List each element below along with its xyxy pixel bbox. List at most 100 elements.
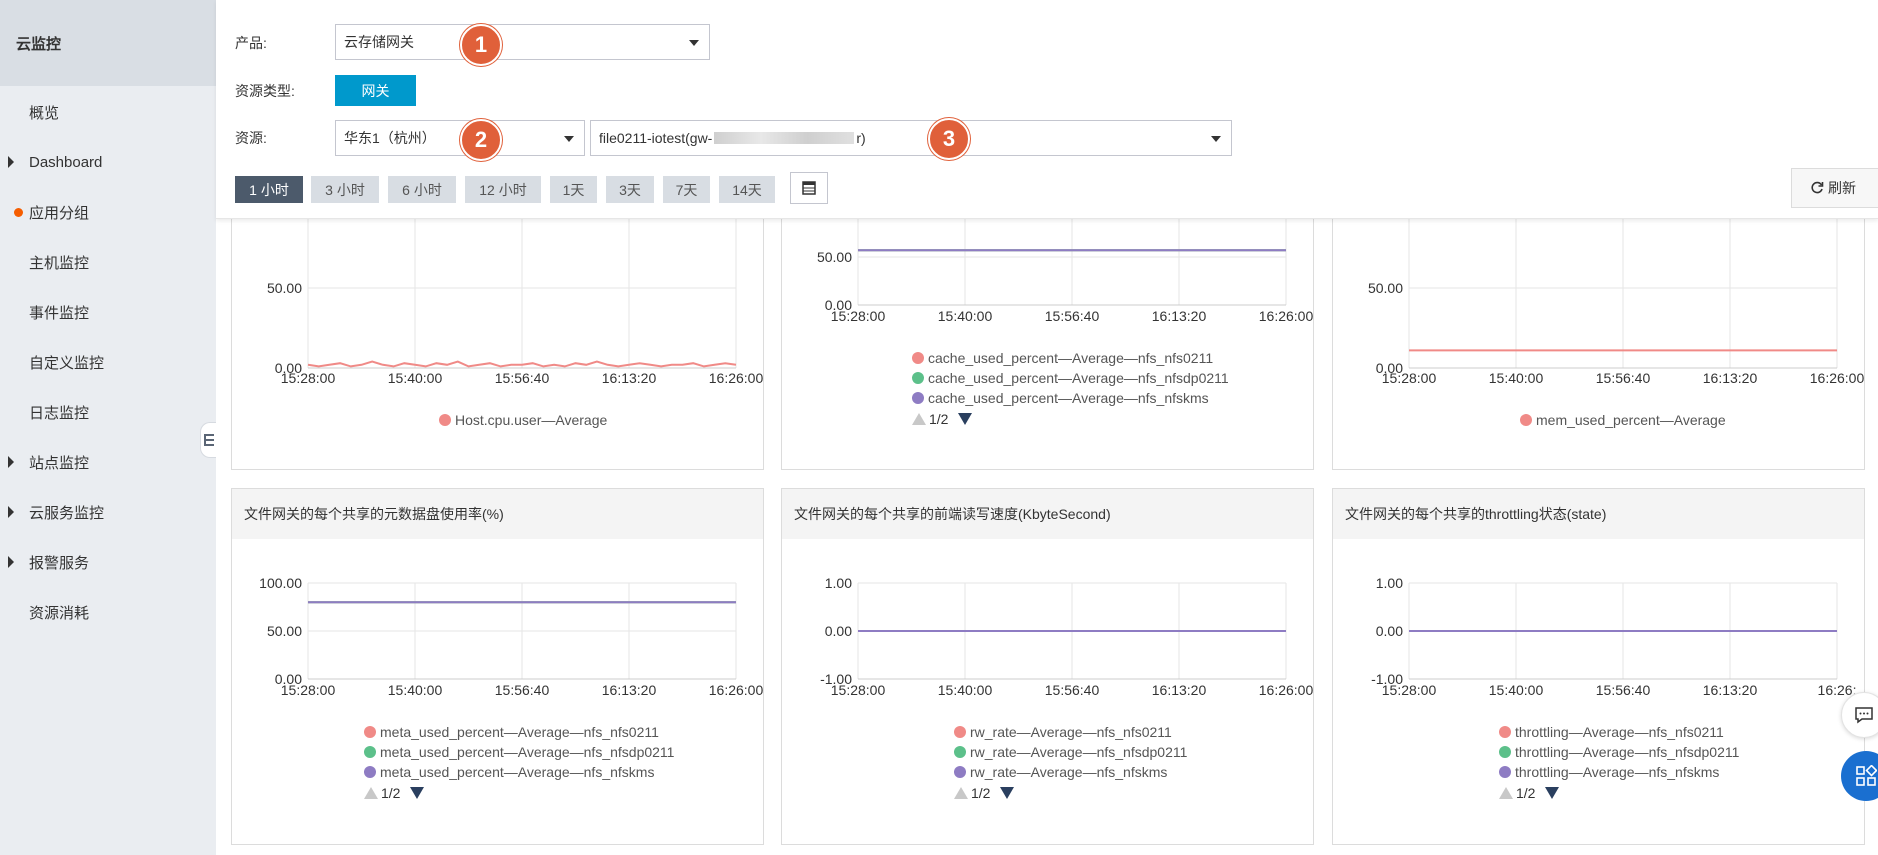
legend-label: cache_used_percent—Average—nfs_nfsdp0211: [928, 370, 1229, 386]
sidebar-item-log-monitoring[interactable]: 日志监控: [0, 394, 216, 430]
time-range-3h[interactable]: 3 小时: [311, 176, 379, 203]
legend-pager: 1/2: [364, 782, 674, 804]
page-down-icon[interactable]: [958, 413, 973, 425]
x-tick-label: 15:56:40: [1045, 308, 1100, 324]
legend-item[interactable]: throttling—Average—nfs_nfsdp0211: [1499, 742, 1739, 762]
time-range-3d[interactable]: 3天: [606, 176, 654, 203]
refresh-button[interactable]: 刷新: [1791, 168, 1878, 208]
legend-item[interactable]: meta_used_percent—Average—nfs_nfskms: [364, 762, 674, 782]
legend-item[interactable]: rw_rate—Average—nfs_nfsdp0211: [954, 742, 1187, 762]
y-tick-label: 100.00: [259, 575, 302, 591]
legend-dot-icon: [912, 372, 924, 384]
region-select-value: 华东1（杭州）: [344, 130, 436, 146]
sidebar-item-dashboard[interactable]: Dashboard: [0, 144, 216, 180]
legend-item[interactable]: cache_used_percent—Average—nfs_nfskms: [912, 388, 1229, 408]
sidebar-item-label: 站点监控: [29, 454, 90, 472]
sidebar-item-alarm-service[interactable]: 报警服务: [0, 544, 216, 580]
sidebar-item-host-monitoring[interactable]: 主机监控: [0, 244, 216, 280]
pager-text: 1/2: [971, 785, 991, 801]
page-down-icon[interactable]: [1545, 787, 1560, 799]
legend-item[interactable]: throttling—Average—nfs_nfskms: [1499, 762, 1739, 782]
legend-item[interactable]: cache_used_percent—Average—nfs_nfsdp0211: [912, 368, 1229, 388]
sidebar-item-cloud-service-monitoring[interactable]: 云服务监控: [0, 494, 216, 530]
legend-label: throttling—Average—nfs_nfskms: [1515, 764, 1720, 780]
time-range-14d[interactable]: 14天: [719, 176, 775, 203]
legend-item[interactable]: rw_rate—Average—nfs_nfs0211: [954, 722, 1187, 742]
y-tick-label: 0.00: [825, 623, 852, 639]
x-tick-label: 15:28:00: [281, 370, 336, 386]
legend-item[interactable]: rw_rate—Average—nfs_nfskms: [954, 762, 1187, 782]
y-tick-label: 50.00: [267, 623, 302, 639]
x-tick-label: 15:40:00: [938, 308, 993, 324]
sidebar-item-label: 资源消耗: [29, 604, 90, 622]
legend-dot-icon: [954, 726, 966, 738]
page-up-icon[interactable]: [1499, 787, 1513, 799]
step-badge-1: 1: [460, 24, 502, 66]
legend-dot-icon: [954, 746, 966, 758]
legend-pager: 1/2: [912, 408, 1229, 430]
filter-bar: 产品: 云存储网关 资源类型: 网关 资源: 华东1（杭州） file0211-…: [216, 0, 1878, 219]
legend-label: meta_used_percent—Average—nfs_nfs0211: [380, 724, 659, 740]
instance-select[interactable]: file0211-iotest(gw-r): [590, 120, 1232, 156]
time-range-7d[interactable]: 7天: [663, 176, 710, 203]
legend-dot-icon: [1499, 766, 1511, 778]
time-range-6h[interactable]: 6 小时: [388, 176, 456, 203]
time-range-12h[interactable]: 12 小时: [465, 176, 541, 203]
chat-icon: [1855, 707, 1873, 724]
page-down-icon[interactable]: [1000, 787, 1015, 799]
calendar-button[interactable]: [790, 172, 828, 204]
y-tick-label: 1.00: [825, 575, 852, 591]
sidebar-item-label: 概览: [29, 104, 60, 122]
product-select[interactable]: 云存储网关: [335, 24, 710, 60]
legend-item[interactable]: meta_used_percent—Average—nfs_nfsdp0211: [364, 742, 674, 762]
legend-item[interactable]: Host.cpu.user—Average: [439, 410, 607, 430]
x-tick-label: 15:56:40: [1596, 370, 1651, 386]
sidebar-item-site-monitoring[interactable]: 站点监控: [0, 444, 216, 480]
sidebar-collapse-handle[interactable]: [200, 422, 216, 458]
legend-label: Host.cpu.user—Average: [455, 412, 608, 428]
sidebar-item-resource-usage[interactable]: 资源消耗: [0, 594, 216, 630]
sidebar-item-app-groups[interactable]: 应用分组: [0, 194, 216, 230]
time-range-1d[interactable]: 1天: [550, 176, 597, 203]
legend-label: rw_rate—Average—nfs_nfsdp0211: [970, 744, 1188, 760]
chart-legend: Host.cpu.user—Average: [439, 410, 607, 430]
x-tick-label: 16:13:20: [602, 682, 657, 698]
instance-select-value-prefix: file0211-iotest(gw-: [599, 130, 713, 146]
x-tick-label: 16:26:00: [1810, 370, 1865, 386]
chart-legend: rw_rate—Average—nfs_nfs0211 rw_rate—Aver…: [954, 722, 1187, 804]
step-badge-3: 3: [928, 118, 970, 160]
pager-text: 1/2: [1516, 785, 1536, 801]
page-down-icon[interactable]: [410, 787, 425, 799]
sidebar-item-overview[interactable]: 概览: [0, 94, 216, 130]
x-tick-label: 15:56:40: [1596, 682, 1651, 698]
page-up-icon[interactable]: [954, 787, 968, 799]
sidebar-item-event-monitoring[interactable]: 事件监控: [0, 294, 216, 330]
refresh-label: 刷新: [1828, 180, 1856, 196]
legend-item[interactable]: cache_used_percent—Average—nfs_nfs0211: [912, 348, 1229, 368]
y-tick-label: 0.00: [1376, 623, 1403, 639]
x-tick-label: 16:13:20: [1703, 370, 1758, 386]
sidebar-item-custom-monitoring[interactable]: 自定义监控: [0, 344, 216, 380]
legend-item[interactable]: throttling—Average—nfs_nfs0211: [1499, 722, 1739, 742]
caret-right-icon: [8, 156, 14, 168]
page-up-icon[interactable]: [364, 787, 378, 799]
page-up-icon[interactable]: [912, 413, 926, 425]
legend-dot-icon: [439, 414, 451, 426]
time-range-1h[interactable]: 1 小时: [235, 176, 303, 203]
sidebar-item-label: 日志监控: [29, 404, 90, 422]
x-tick-label: 15:56:40: [495, 682, 550, 698]
chart-legend: meta_used_percent—Average—nfs_nfs0211 me…: [364, 722, 674, 804]
legend-item[interactable]: mem_used_percent—Average: [1520, 410, 1726, 430]
y-tick-label: 50.00: [1368, 280, 1403, 296]
resource-type-gateway-button[interactable]: 网关: [335, 75, 416, 106]
active-dot-icon: [14, 208, 23, 217]
sidebar: 云监控 概览 Dashboard 应用分组 主机监控 事件监控 自定义监控 日志…: [0, 0, 216, 855]
sidebar-item-label: 主机监控: [29, 254, 90, 272]
x-tick-label: 15:56:40: [1045, 682, 1100, 698]
sidebar-item-label: Dashboard: [29, 153, 103, 171]
legend-dot-icon: [1499, 726, 1511, 738]
x-tick-label: 15:40:00: [388, 682, 443, 698]
redacted-id: [714, 132, 855, 144]
legend-item[interactable]: meta_used_percent—Average—nfs_nfs0211: [364, 722, 674, 742]
legend-dot-icon: [1520, 414, 1532, 426]
